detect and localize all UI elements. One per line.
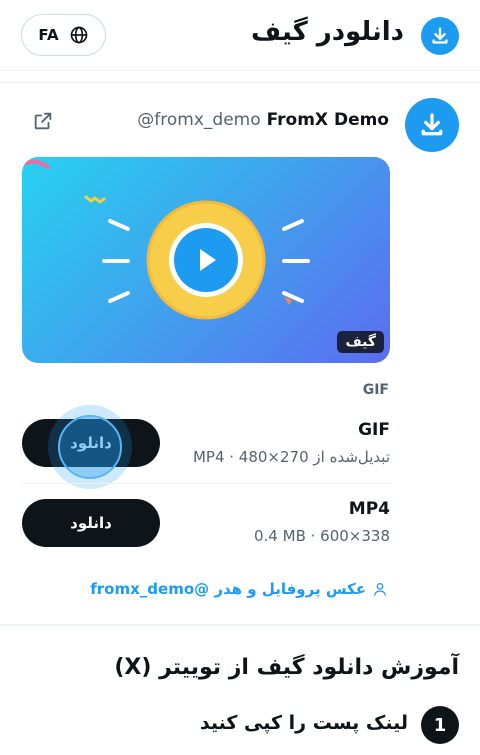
- person-icon: [374, 583, 386, 596]
- profile-link-label: عکس پروفایل و هدر @fromx_demo: [90, 580, 366, 598]
- section-divider: [0, 624, 480, 626]
- gif-badge: گیف: [337, 331, 384, 353]
- format-title: MP4: [348, 499, 390, 519]
- download-icon: [432, 27, 448, 44]
- step-text: لینک پست را کپی کنید: [199, 712, 408, 734]
- app-logo-icon: [421, 17, 459, 55]
- language-button[interactable]: FA: [21, 14, 106, 56]
- external-link-icon[interactable]: [32, 110, 54, 132]
- row-divider: [22, 483, 390, 484]
- avatar: [405, 98, 459, 152]
- media-type-label: GIF: [362, 382, 389, 398]
- page-title: دانلودر گیف: [251, 17, 404, 47]
- format-subtitle: 0.4 MB · 600×338: [254, 527, 390, 545]
- author-display-name: FromX Demo: [266, 110, 389, 130]
- media-illustration: [24, 159, 310, 320]
- header-divider-2: [0, 82, 480, 83]
- profile-media-link[interactable]: عکس پروفایل و هدر @fromx_demo: [90, 580, 388, 598]
- tutorial-title: آموزش دانلود گیف از توییتر (X): [114, 655, 459, 680]
- format-subtitle: تبدیل‌شده از MP4 · 480×270: [192, 448, 390, 466]
- media-preview[interactable]: گیف: [22, 157, 390, 363]
- download-mp4-button[interactable]: دانلود: [22, 499, 160, 547]
- globe-icon: [70, 26, 87, 44]
- tap-ripple-inner: [58, 415, 122, 479]
- format-title: GIF: [358, 420, 390, 440]
- language-label: FA: [38, 26, 59, 44]
- author-handle: @fromx_demo: [137, 110, 261, 130]
- download-icon: [421, 113, 443, 136]
- tweet-author[interactable]: @fromx_demo FromX Demo: [137, 110, 389, 130]
- header-divider: [0, 70, 480, 71]
- step-number: 1: [421, 706, 459, 744]
